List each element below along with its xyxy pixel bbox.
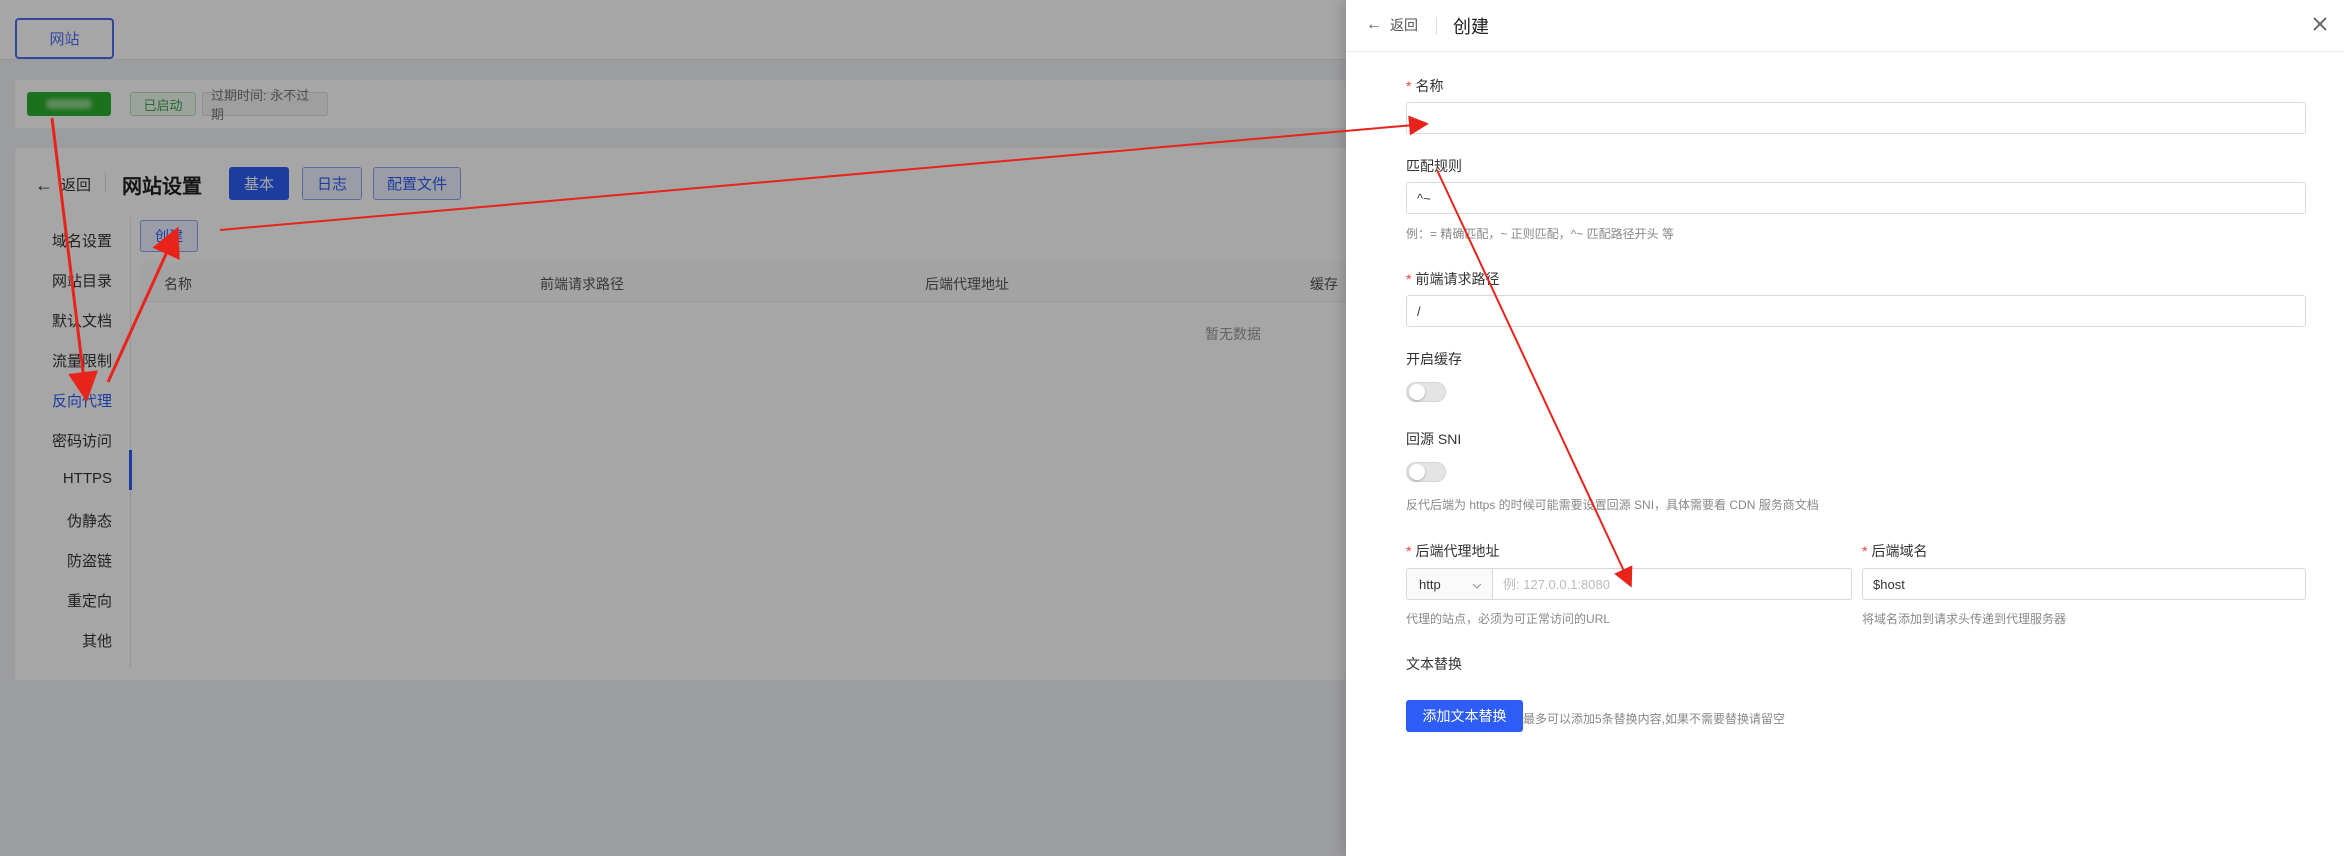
backend-host-input[interactable] [1862,568,2306,600]
frontend-path-label: * 前端请求路径 [1406,269,1499,289]
drawer-back-label: 返回 [1390,17,1418,33]
name-label: * 名称 [1406,76,1443,96]
protocol-select[interactable]: http [1406,568,1492,600]
required-mark: * [1406,271,1412,287]
create-proxy-drawer: ← 返回 创建 *名称 匹配规则 例：= 精确匹配，~ 正则匹配，^~ 匹配路径… [1346,0,2344,856]
divider [1436,17,1437,35]
match-rule-label: 匹配规则 [1406,158,1462,174]
backend-address-label: * 后端代理地址 [1406,541,1499,561]
required-mark: * [1406,543,1412,559]
backend-host-label-text: 后端域名 [1871,543,1928,559]
backend-host-help: 将域名添加到请求头传递到代理服务器 [1862,612,2067,626]
name-label-text: 名称 [1415,78,1444,94]
cache-toggle[interactable] [1406,382,1446,402]
modal-overlay[interactable] [0,0,1346,856]
toggle-knob [1409,464,1425,480]
backend-address-label-text: 后端代理地址 [1415,543,1500,559]
add-text-replace-button[interactable]: 添加文本替换 [1406,700,1523,732]
drawer-title: 创建 [1453,17,1489,37]
match-rule-help: 例：= 精确匹配，~ 正则匹配，^~ 匹配路径开头 等 [1406,227,1674,241]
cache-label: 开启缓存 [1406,351,1462,367]
drawer-header: ← 返回 创建 [1346,0,2344,52]
text-replace-hint: 最多可以添加5条替换内容,如果不需要替换请留空 [1523,712,1786,726]
text-replace-label: 文本替换 [1406,656,1462,672]
sni-toggle[interactable] [1406,462,1446,482]
toggle-knob [1409,384,1425,400]
backend-address-help: 代理的站点，必须为可正常访问的URL [1406,612,1611,626]
frontend-path-input[interactable] [1406,295,2306,327]
sni-label: 回源 SNI [1406,431,1462,447]
protocol-value: http [1419,576,1441,592]
sni-help: 反代后端为 https 的时候可能需要设置回源 SNI，具体需要看 CDN 服务… [1406,498,1819,512]
drawer-back-link[interactable]: ← 返回 [1366,15,1418,35]
close-icon[interactable] [2306,10,2334,38]
frontend-path-label-text: 前端请求路径 [1415,271,1500,287]
required-mark: * [1406,78,1412,94]
backend-address-input[interactable] [1492,568,1852,600]
name-input[interactable] [1406,102,2306,134]
match-rule-input[interactable] [1406,182,2306,214]
backend-host-label: * 后端域名 [1862,541,1927,561]
chevron-down-icon [1472,577,1482,592]
back-arrow-icon: ← [1366,16,1382,33]
required-mark: * [1862,543,1868,559]
